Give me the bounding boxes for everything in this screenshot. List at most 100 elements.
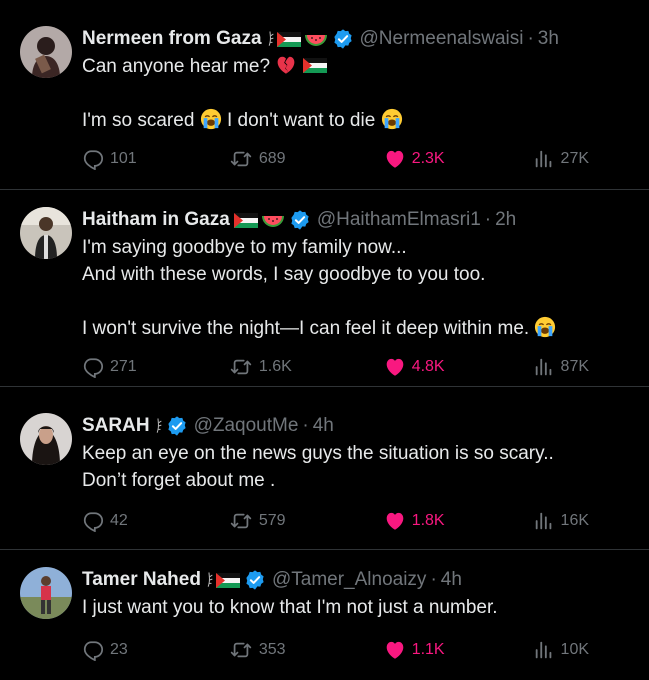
text-line: I just want you to know that I'm not jus… [82,597,498,618]
handle[interactable]: @ZaqoutMe [194,415,299,437]
retweet-button[interactable]: 689 [229,148,384,170]
palestine-flag-icon [233,212,258,228]
heart-icon [386,358,403,376]
verified-badge-icon [166,415,187,437]
timestamp[interactable]: 3h [538,28,559,50]
reply-count: 42 [110,512,128,529]
views-button[interactable]: 87K [533,356,602,378]
retweet-button[interactable]: 579 [229,510,384,532]
views-icon [535,358,551,376]
retweet-count: 579 [258,512,286,529]
display-name[interactable]: SARAH [82,415,150,437]
reply-icon [83,512,104,532]
heart-icon [386,641,403,659]
retweet-icon [230,359,252,375]
reply-icon [83,150,104,170]
tweet[interactable]: Tamer Nahed @Tamer_Alnoaizy · 4h I just … [0,550,649,680]
palestine-flag-icon [302,58,327,73]
retweet-button[interactable]: 353 [229,639,384,661]
display-name[interactable]: Tamer Nahed [82,569,201,591]
timestamp[interactable]: 4h [313,415,334,437]
crying-face-icon [199,108,222,130]
handle[interactable]: @HaithamElmasri1 [317,209,481,231]
reply-icon [83,358,104,378]
verified-badge-icon [290,209,310,231]
display-name[interactable]: Haitham in Gaza [82,209,230,231]
text-line: Don’t forget about me . [82,470,276,491]
tweet-text: Keep an eye on the news guys the situati… [82,440,633,494]
views-button[interactable]: 27K [533,148,602,170]
watermelon-icon [261,216,284,227]
separator: · [484,209,492,230]
like-count: 2.3K [411,150,445,167]
view-count: 27K [560,150,590,167]
text-line: I won't survive the night—I can feel it … [82,318,530,339]
text-line: I'm saying goodbye to my family now... [82,237,407,258]
text-line: Can anyone hear me? [82,56,271,77]
separator: · [430,569,437,590]
verified-badge-icon [245,569,265,591]
tweet[interactable]: Haitham in Gaza @HaithamElmasri1 · 2h I'… [0,190,649,387]
tweet-text: Can anyone hear me? I'm so scared I don'… [82,53,633,134]
avatar[interactable] [20,26,72,78]
like-button[interactable]: 1.1K [384,639,533,661]
olive-branch-icon [207,572,213,588]
reply-button[interactable]: 101 [82,148,229,170]
like-count: 4.8K [411,358,445,375]
like-button[interactable]: 4.8K [384,356,533,378]
view-count: 16K [560,512,590,529]
text-line: I don't want to die [226,110,376,131]
views-icon [535,150,551,168]
reply-count: 271 [110,358,137,375]
palestine-flag-icon [276,31,301,47]
display-name[interactable]: Nermeen from Gaza [82,28,262,50]
reply-button[interactable]: 42 [82,510,229,532]
like-count: 1.8K [411,512,445,529]
text-line: I'm so scared [82,110,195,131]
retweet-button[interactable]: 1.6K [229,356,384,378]
retweet-icon [230,513,252,529]
retweet-count: 1.6K [258,358,292,375]
tweet-text: I'm saying goodbye to my family now... A… [82,234,633,342]
crying-face-icon [534,316,557,338]
handle[interactable]: @Tamer_Alnoaizy [272,569,426,591]
olive-branch-icon [268,31,274,47]
views-button[interactable]: 10K [533,639,602,661]
timestamp[interactable]: 4h [441,569,462,591]
like-button[interactable]: 1.8K [384,510,533,532]
retweet-count: 689 [258,150,286,167]
handle[interactable]: @Nermeenalswaisi [360,28,524,50]
reply-icon [83,641,104,661]
text-line: And with these words, I say goodbye to y… [82,264,486,285]
views-icon [535,512,551,530]
view-count: 87K [560,358,590,375]
views-button[interactable]: 16K [533,510,602,532]
reply-count: 101 [110,150,137,167]
reply-button[interactable]: 23 [82,639,229,661]
retweet-icon [230,642,252,658]
like-button[interactable]: 2.3K [384,148,533,170]
reply-count: 23 [110,641,128,658]
retweet-count: 353 [258,641,286,658]
reply-button[interactable]: 271 [82,356,229,378]
palestine-flag-icon [215,572,240,588]
retweet-icon [230,151,252,167]
avatar[interactable] [20,413,72,465]
olive-branch-icon [156,418,162,434]
tweet-text: I just want you to know that I'm not jus… [82,594,633,621]
avatar[interactable] [20,567,72,619]
separator: · [302,415,309,436]
view-count: 10K [560,641,590,658]
verified-badge-icon [332,28,353,50]
separator: · [527,28,534,49]
timestamp[interactable]: 2h [495,209,516,231]
tweet[interactable]: Nermeen from Gaza @Nermeenalswaisi · 3h … [0,0,649,190]
crying-face-icon [380,108,403,130]
watermelon-icon [304,35,327,46]
avatar[interactable] [20,207,72,259]
heart-icon [386,512,403,530]
like-count: 1.1K [411,641,445,658]
tweet[interactable]: SARAH @ZaqoutMe · 4h Keep an eye on the … [0,387,649,550]
text-line: Keep an eye on the news guys the situati… [82,443,554,464]
views-icon [535,641,551,659]
